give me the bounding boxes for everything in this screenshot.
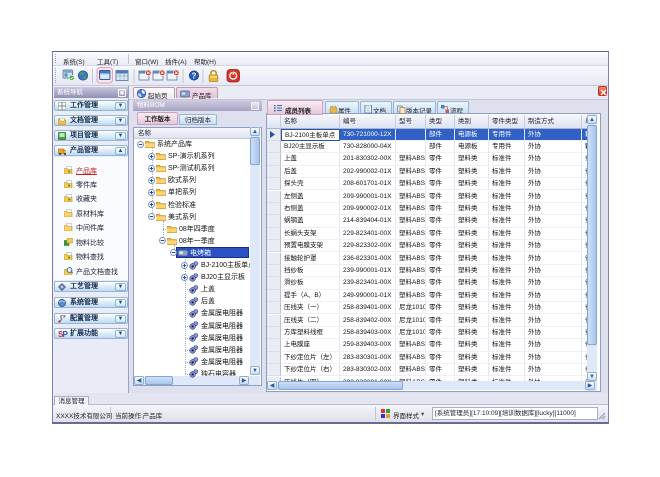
svg-text:?: ? [192, 72, 197, 81]
svg-text:P: P [63, 330, 69, 338]
